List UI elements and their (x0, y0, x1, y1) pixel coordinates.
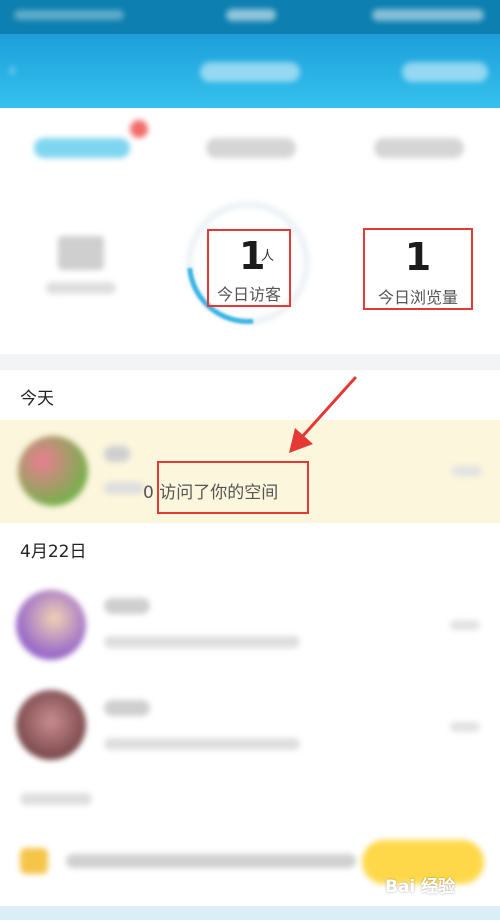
annotation-arrow-icon (289, 376, 357, 453)
